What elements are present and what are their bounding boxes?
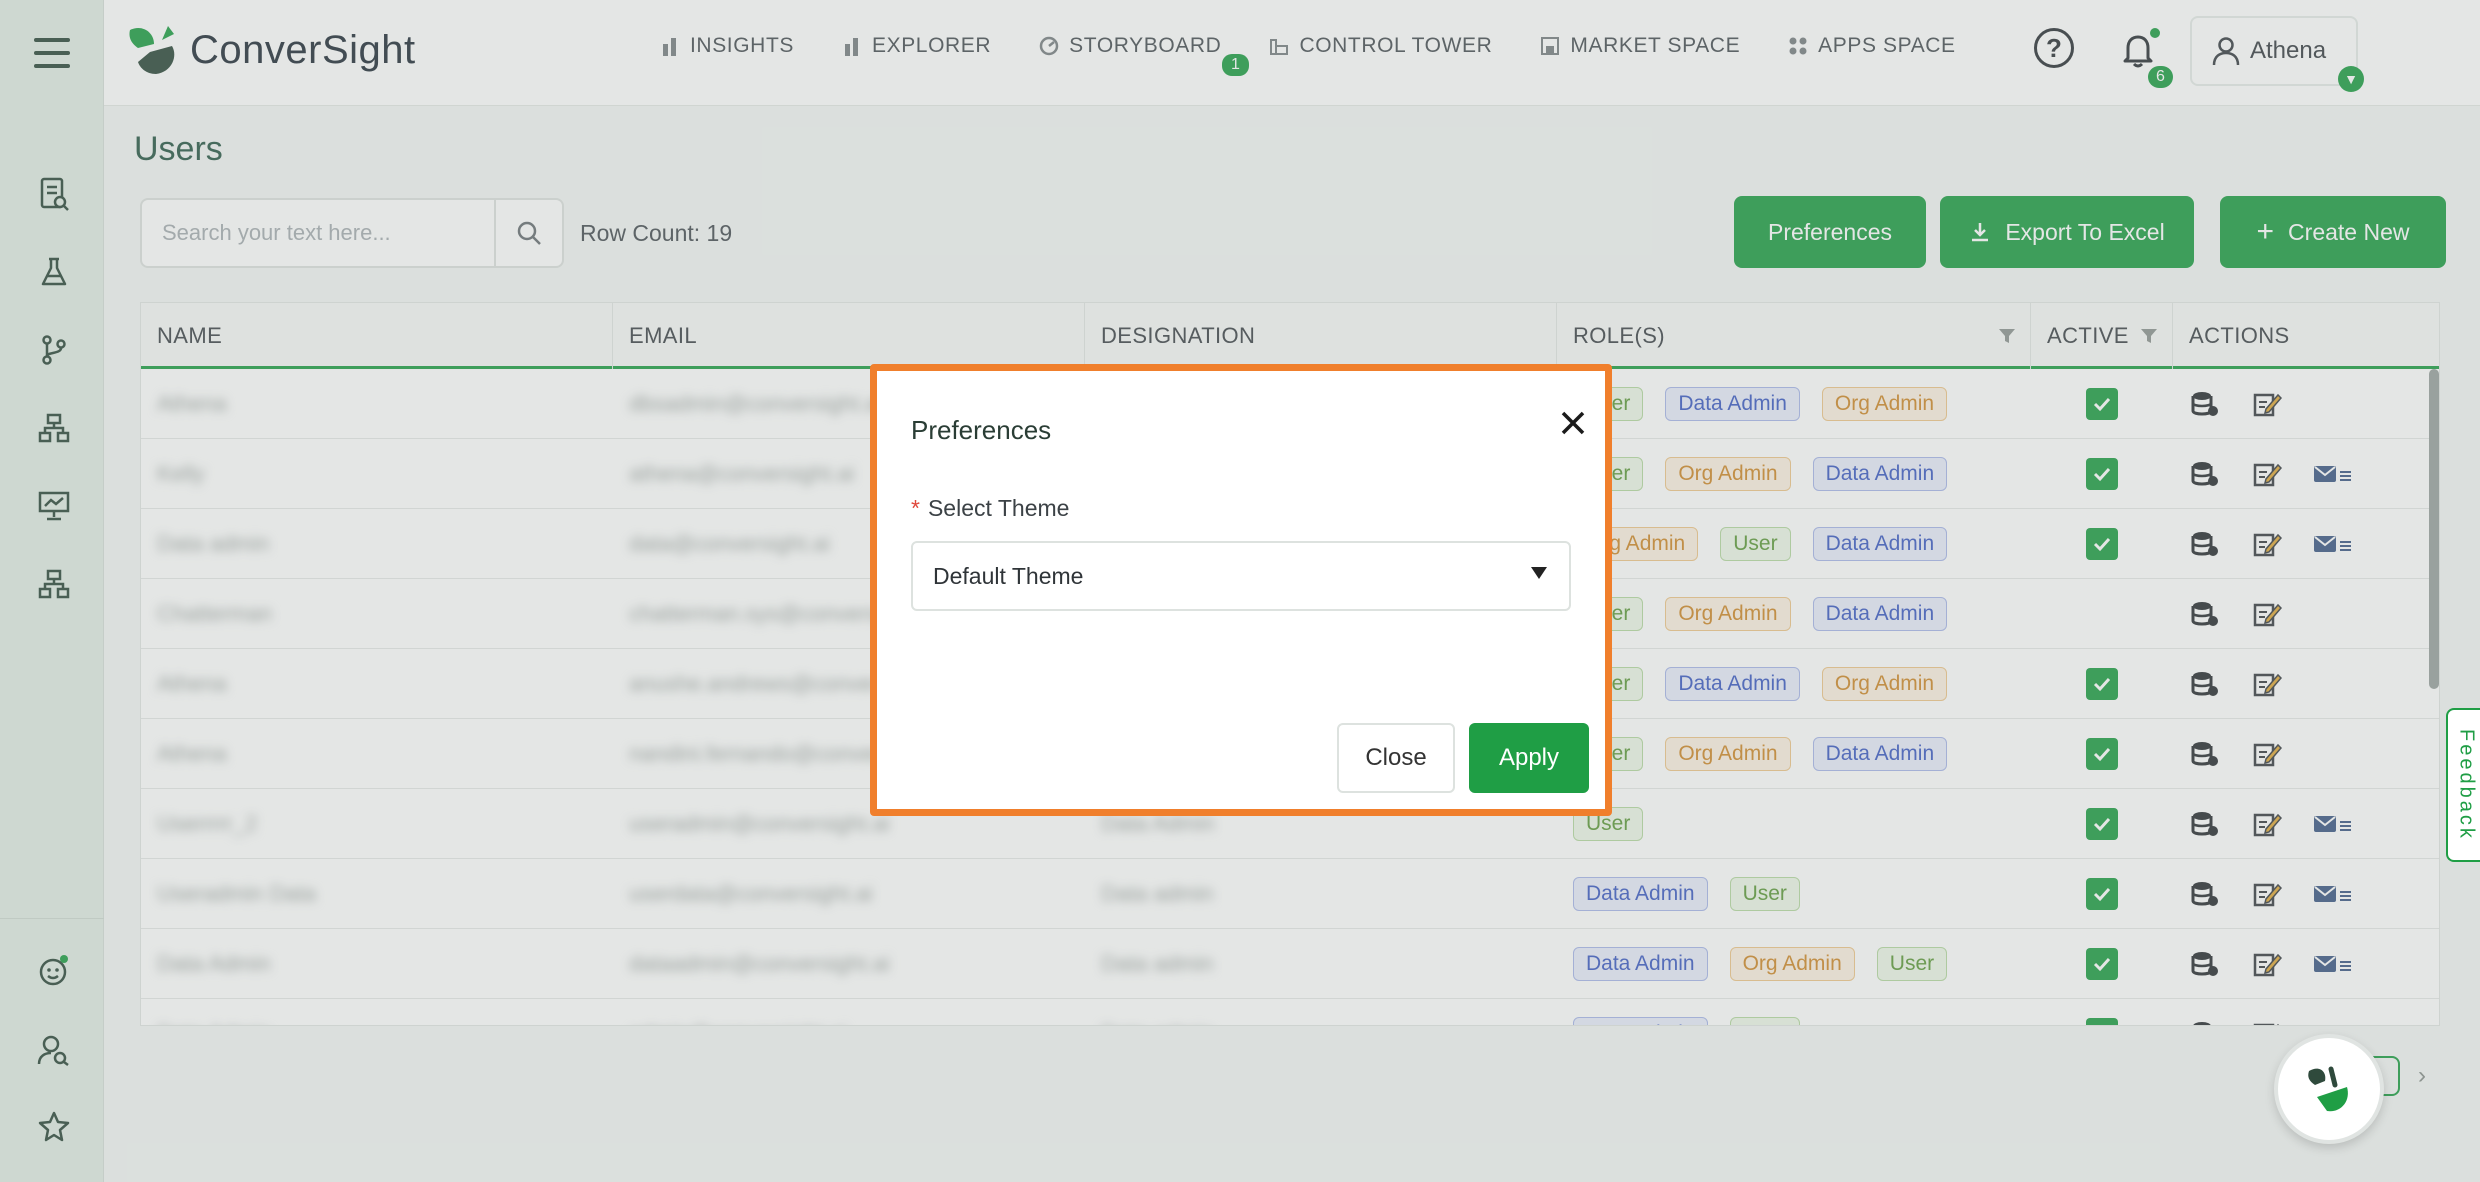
caret-down-icon — [1531, 567, 1547, 579]
theme-select[interactable]: Default Theme — [911, 541, 1571, 611]
feedback-tab[interactable]: Feedback — [2446, 708, 2480, 862]
required-marker: * — [911, 495, 920, 521]
select-theme-label-text: Select Theme — [927, 495, 1070, 521]
preferences-dialog: Preferences * Select Theme Default Theme … — [870, 364, 1612, 816]
chatbot-icon — [2308, 1066, 2348, 1112]
theme-select-value: Default Theme — [933, 562, 1084, 589]
close-icon[interactable] — [1553, 403, 1593, 443]
apply-button[interactable]: Apply — [1469, 723, 1589, 793]
chatbot-launcher[interactable] — [2274, 1034, 2384, 1144]
select-theme-label: * Select Theme — [911, 495, 1069, 522]
dialog-title: Preferences — [911, 415, 1052, 445]
feedback-label: Feedback — [2455, 729, 2478, 841]
close-button[interactable]: Close — [1337, 723, 1455, 793]
